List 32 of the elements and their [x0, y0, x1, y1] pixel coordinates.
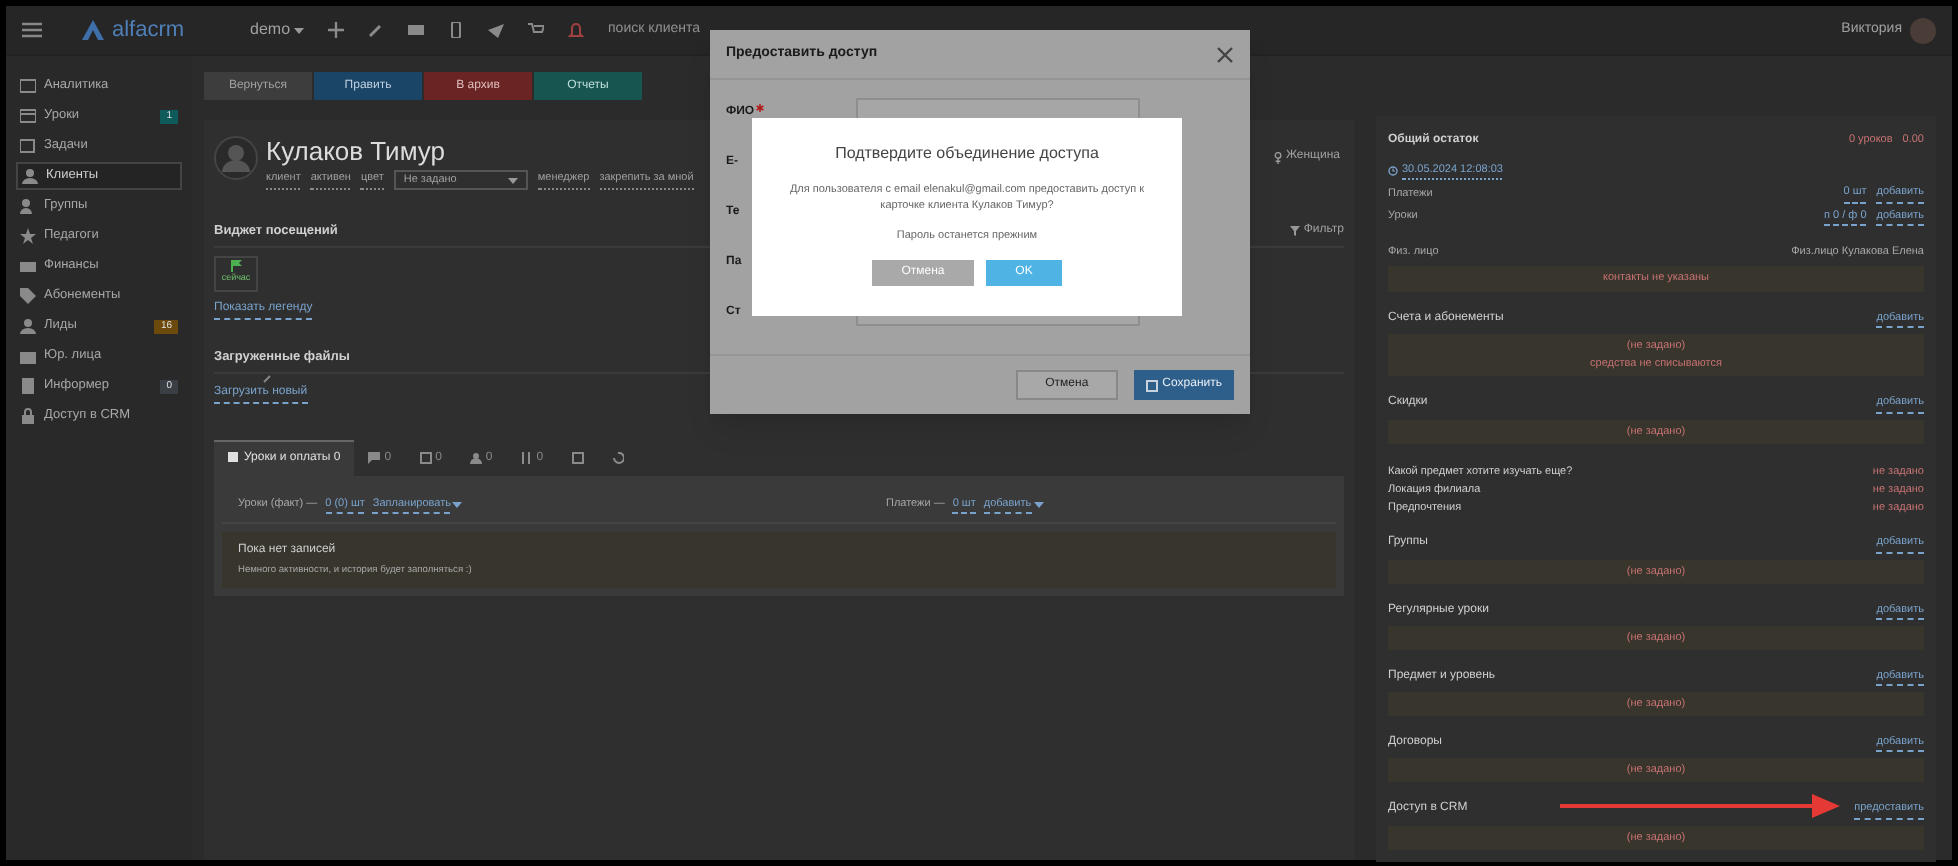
people-icon — [20, 198, 36, 214]
client-name: Кулаков Тимур — [266, 136, 445, 168]
caret-icon — [452, 501, 463, 508]
avatar-silhouette-icon — [214, 136, 258, 180]
comment-icon — [368, 452, 381, 464]
caret-icon — [507, 177, 518, 183]
history-icon — [611, 452, 624, 464]
lock-icon — [20, 408, 36, 424]
tag-icon — [20, 288, 36, 304]
flag-icon — [230, 260, 242, 273]
funnel-icon — [1289, 226, 1300, 237]
female-sign-icon — [1273, 151, 1282, 163]
bell-icon[interactable] — [568, 22, 585, 38]
cart-icon[interactable] — [528, 22, 545, 38]
menu-icon[interactable] — [22, 22, 42, 38]
pause-icon — [520, 452, 533, 464]
close-icon[interactable] — [1216, 45, 1234, 63]
calendar-icon — [20, 108, 36, 124]
caret-icon — [1033, 501, 1044, 508]
phone-icon[interactable] — [448, 22, 465, 38]
dialog-title: Подтвердите объединение доступа — [835, 142, 1099, 166]
star-icon — [20, 228, 36, 244]
logo-text[interactable]: alfacrm — [112, 13, 185, 47]
plus-icon[interactable] — [328, 22, 345, 38]
clock-icon — [1388, 166, 1398, 177]
paper-plane-icon[interactable] — [488, 22, 505, 38]
person-icon — [22, 168, 38, 184]
logo-icon — [82, 20, 104, 40]
branch-dropdown[interactable]: demo — [250, 18, 291, 42]
people-icon — [469, 452, 482, 464]
person-icon — [20, 318, 36, 334]
caret-icon — [294, 27, 305, 33]
